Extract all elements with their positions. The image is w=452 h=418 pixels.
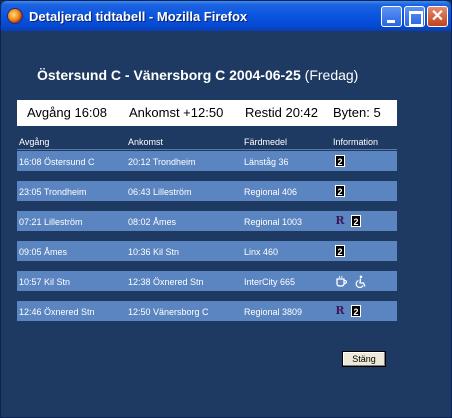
- summary-changes: Byten: 5: [333, 105, 381, 120]
- second-class-icon: 2: [351, 305, 361, 317]
- table-row: 12:46 Öxnered Stn 12:50 Vänersborg C Reg…: [17, 301, 397, 321]
- row-information: 2: [335, 184, 345, 198]
- row-information: R 2: [335, 304, 361, 318]
- table-row: 10:57 Kil Stn 12:38 Öxnered Stn InterCit…: [17, 271, 397, 291]
- row-information: R 2: [335, 214, 361, 228]
- close-window-button[interactable]: ✕: [427, 6, 448, 27]
- route-title: Östersund C - Vänersborg C 2004-06-25: [37, 67, 301, 83]
- row-departure: 16:08 Östersund C: [19, 157, 95, 167]
- row-departure: 07:21 Lilleström: [19, 217, 83, 227]
- table-row: 16:08 Östersund C 20:12 Trondheim Länstå…: [17, 151, 397, 171]
- reservation-icon: R: [335, 214, 345, 227]
- title-bar[interactable]: Detaljerad tidtabell - Mozilla Firefox ✕: [1, 1, 451, 31]
- row-transport: Regional 1003: [244, 217, 303, 227]
- wheelchair-icon: [355, 275, 366, 288]
- row-arrival: 20:12 Trondheim: [128, 157, 196, 167]
- summary-arrival: Ankomst +12:50: [129, 105, 224, 120]
- column-header-information: Information: [333, 137, 379, 147]
- row-arrival: 12:38 Öxnered Stn: [128, 277, 204, 287]
- table-row: 23:05 Trondheim 06:43 Lilleström Regiona…: [17, 181, 397, 201]
- minimize-button[interactable]: [381, 6, 402, 27]
- row-transport: Regional 406: [244, 187, 298, 197]
- row-departure: 23:05 Trondheim: [19, 187, 87, 197]
- row-departure: 09:05 Åmes: [19, 247, 68, 257]
- row-information: 2: [335, 244, 345, 258]
- page-title: Östersund C - Vänersborg C 2004-06-25 (F…: [37, 67, 358, 83]
- day-label: (Fredag): [304, 67, 359, 83]
- table-row: 09:05 Åmes 10:36 Kil Stn Linx 460 2: [17, 241, 397, 261]
- second-class-icon: 2: [351, 215, 361, 227]
- row-departure: 12:46 Öxnered Stn: [19, 307, 95, 317]
- row-transport: Linx 460: [244, 247, 279, 257]
- window-title: Detaljerad tidtabell - Mozilla Firefox: [29, 9, 248, 24]
- second-class-icon: 2: [335, 185, 345, 197]
- column-header-arrival: Ankomst: [128, 137, 164, 147]
- column-header-departure: Avgång: [19, 137, 50, 147]
- row-arrival: 10:36 Kil Stn: [128, 247, 180, 257]
- cup-icon: [336, 275, 348, 287]
- second-class-icon: 2: [335, 155, 345, 167]
- close-button[interactable]: Stäng: [342, 351, 386, 367]
- row-transport: Regional 3809: [244, 307, 303, 317]
- summary-travel-time: Restid 20:42: [245, 105, 318, 120]
- maximize-icon: [405, 7, 424, 26]
- second-class-icon: 2: [335, 245, 345, 257]
- table-row: 07:21 Lilleström 08:02 Åmes Regional 100…: [17, 211, 397, 231]
- row-departure: 10:57 Kil Stn: [19, 277, 71, 287]
- row-arrival: 08:02 Åmes: [128, 217, 177, 227]
- browser-window: Detaljerad tidtabell - Mozilla Firefox ✕…: [0, 0, 452, 418]
- row-information: [335, 274, 367, 288]
- trip-summary: Avgång 16:08 Ankomst +12:50 Restid 20:42…: [17, 100, 397, 126]
- close-icon: ✕: [430, 8, 445, 25]
- maximize-button[interactable]: [404, 6, 425, 27]
- reservation-icon: R: [335, 304, 345, 317]
- row-arrival: 06:43 Lilleström: [128, 187, 192, 197]
- row-transport: Länståg 36: [244, 157, 289, 167]
- minimize-icon: [382, 7, 401, 26]
- firefox-icon: [7, 8, 23, 24]
- row-transport: InterCity 665: [244, 277, 296, 287]
- row-arrival: 12:50 Vänersborg C: [128, 307, 209, 317]
- row-information: 2: [335, 154, 345, 168]
- column-header-transport: Färdmedel: [244, 137, 288, 147]
- header-divider: [17, 149, 397, 150]
- summary-departure: Avgång 16:08: [27, 105, 107, 120]
